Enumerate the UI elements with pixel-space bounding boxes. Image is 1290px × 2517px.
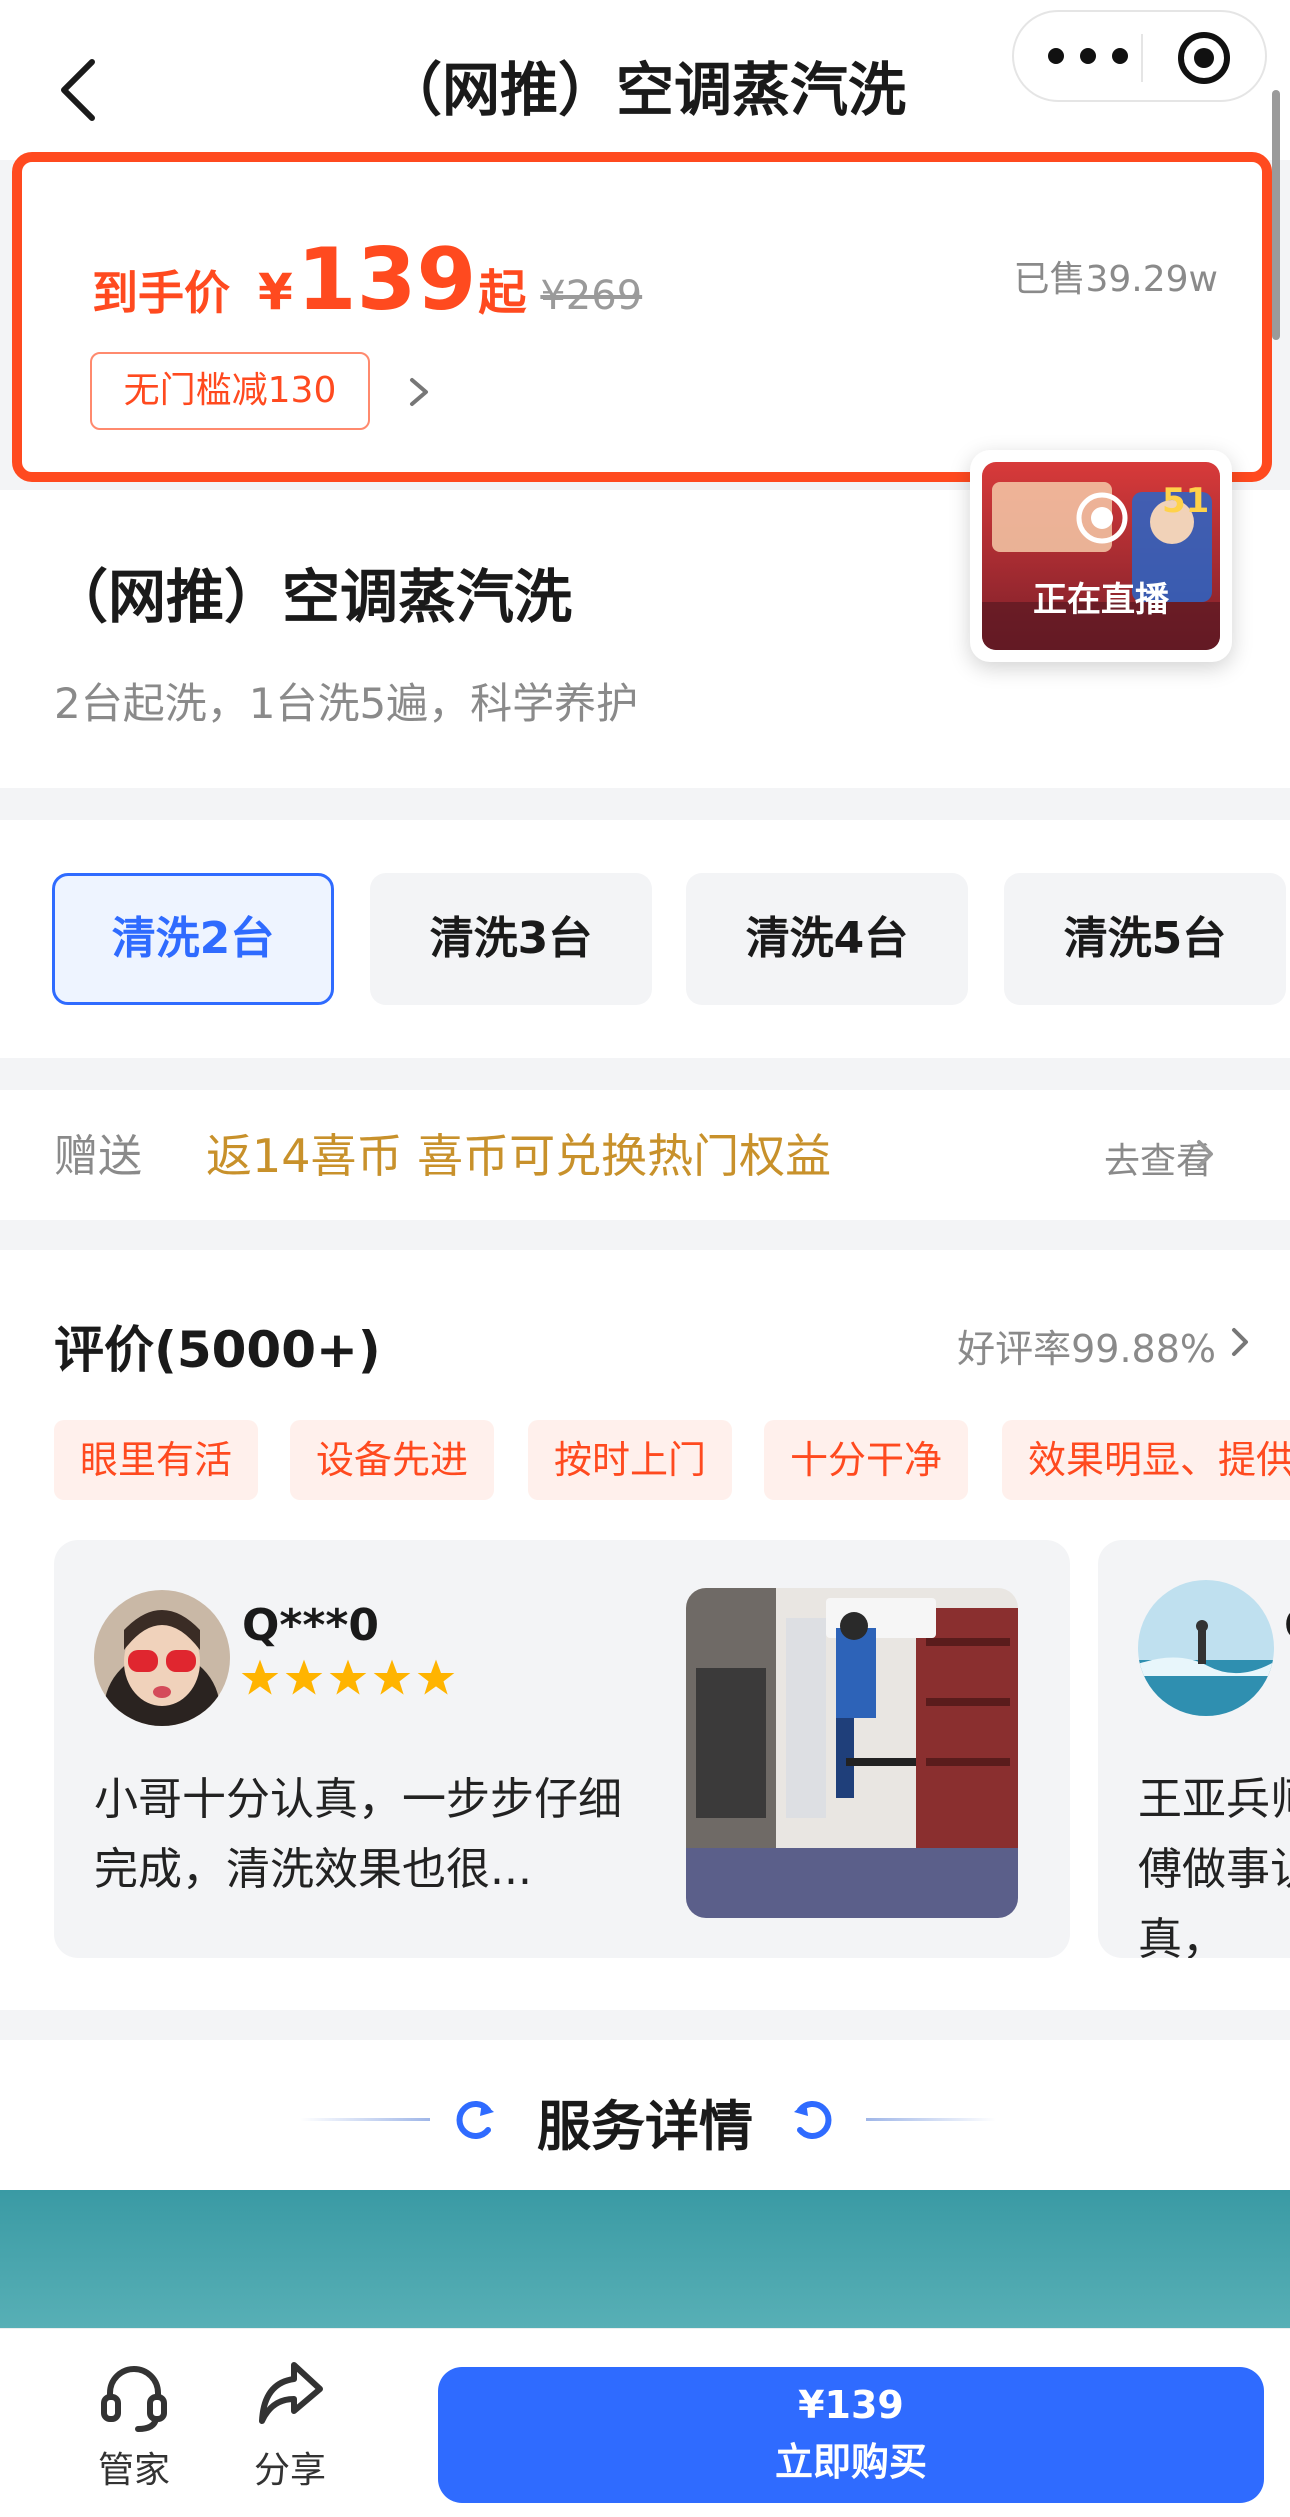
chevron-right-icon[interactable] (1228, 1322, 1252, 1362)
star-icon (241, 1659, 279, 1695)
review-tag[interactable]: 效果明显、提供 (1002, 1420, 1290, 1500)
gift-text: 返14喜币 喜币可兑换热门权益 (206, 1129, 832, 1183)
star-icon (417, 1659, 455, 1695)
review-tag[interactable]: 按时上门 (528, 1420, 733, 1500)
share-button[interactable]: 分享 (230, 2357, 350, 2497)
final-price: 139 (296, 230, 477, 330)
scrollbar[interactable] (1272, 90, 1280, 340)
reviews-section: 评价(5000+) 好评率99.88% 眼里有活 设备先进 按时上门 十分干净 … (0, 1250, 1290, 2010)
coupon-badge[interactable]: 无门槛减130 (90, 352, 370, 430)
review-photo[interactable] (686, 1588, 1018, 1918)
divider (866, 2118, 996, 2121)
spec-option-4[interactable]: 清洗4台 (686, 873, 968, 1005)
avatar (94, 1590, 230, 1726)
spec-option-5[interactable]: 清洗5台 (1004, 873, 1286, 1005)
rating-stars (240, 1658, 456, 1698)
more-icon[interactable] (1048, 26, 1128, 86)
nav-bar: （网推）空调蒸汽洗 (0, 0, 1290, 160)
price-suffix: 起 (478, 265, 527, 321)
review-text: 王亚兵师傅做事认真， (1138, 1774, 1290, 1958)
chevron-right-icon[interactable] (404, 372, 434, 412)
final-price-label: 到手价 (92, 266, 230, 320)
share-label: 分享 (253, 2450, 326, 2491)
buy-now-button[interactable]: ¥139 立即购买 (438, 2367, 1264, 2503)
reviewer-name: C (1284, 1600, 1290, 1651)
buy-label: 立即购买 (774, 2440, 927, 2484)
spec-option-3[interactable]: 清洗3台 (370, 873, 652, 1005)
review-card[interactable]: Q***0 小哥十分认真，一步步仔细完成，清洗效果也很... (54, 1540, 1070, 1958)
review-tag[interactable]: 十分干净 (764, 1420, 969, 1500)
star-icon (329, 1659, 367, 1695)
service-title: 服务详情 (537, 2095, 753, 2158)
reviews-title: 评价(5000+) (54, 1321, 381, 1379)
share-icon (259, 2362, 323, 2424)
service-banner-image (0, 2190, 1290, 2330)
gift-label: 赠送 (54, 1131, 142, 1182)
buy-price: ¥139 (798, 2383, 904, 2427)
reviewer-name: Q***0 (242, 1600, 380, 1651)
price-row: 到手价 ¥ 139 起 ¥269 (92, 230, 642, 330)
review-tag[interactable]: 眼里有活 (54, 1420, 259, 1500)
bottom-bar: 管家 分享 ¥139 立即购买 (0, 2328, 1290, 2517)
positive-rate[interactable]: 好评率99.88% (957, 1318, 1216, 1373)
price-panel: 到手价 ¥ 139 起 ¥269 已售39.29w 无门槛减130 (12, 152, 1272, 482)
original-price: ¥269 (540, 273, 643, 319)
mini-program-capsule (1012, 10, 1267, 102)
spec-option-2[interactable]: 清洗2台 (52, 873, 334, 1005)
close-target-icon[interactable] (1176, 30, 1232, 86)
star-icon (373, 1659, 411, 1695)
svg-text:51: 51 (1162, 481, 1209, 521)
sold-count: 已售39.29w (1013, 259, 1218, 300)
live-stream-card[interactable]: 51 正在直播 (970, 450, 1232, 662)
review-tag[interactable]: 设备先进 (290, 1420, 495, 1500)
capsule-divider (1141, 34, 1143, 82)
service-details-header: 服务详情 (0, 2040, 1290, 2190)
gift-row[interactable]: 赠送 返14喜币 喜币可兑换热门权益 去查看 (0, 1090, 1290, 1220)
avatar (1138, 1580, 1274, 1716)
chevron-right-icon[interactable] (1192, 1134, 1218, 1174)
live-indicator-icon (1076, 492, 1128, 544)
headset-icon (101, 2366, 167, 2432)
product-subtitle: 2台起洗，1台洗5遍，科学养护 (54, 679, 639, 728)
butler-label: 管家 (97, 2450, 170, 2491)
swirl-icon (794, 2101, 832, 2139)
butler-button[interactable]: 管家 (74, 2357, 194, 2497)
live-label: 正在直播 (1033, 580, 1169, 620)
page: （网推）空调蒸汽洗 到手价 ¥ 139 起 ¥269 已售39.29w 无门槛减… (0, 0, 1290, 2517)
star-icon (285, 1659, 323, 1695)
review-card[interactable]: C 王亚兵师傅做事认真， (1098, 1540, 1290, 1958)
product-title: （网推）空调蒸汽洗 (50, 563, 573, 631)
review-text: 小哥十分认真，一步步仔细完成，清洗效果也很... (94, 1774, 622, 1895)
spec-selector: 清洗2台 清洗3台 清洗4台 清洗5台 (0, 820, 1290, 1058)
currency-symbol: ¥ (258, 263, 293, 321)
